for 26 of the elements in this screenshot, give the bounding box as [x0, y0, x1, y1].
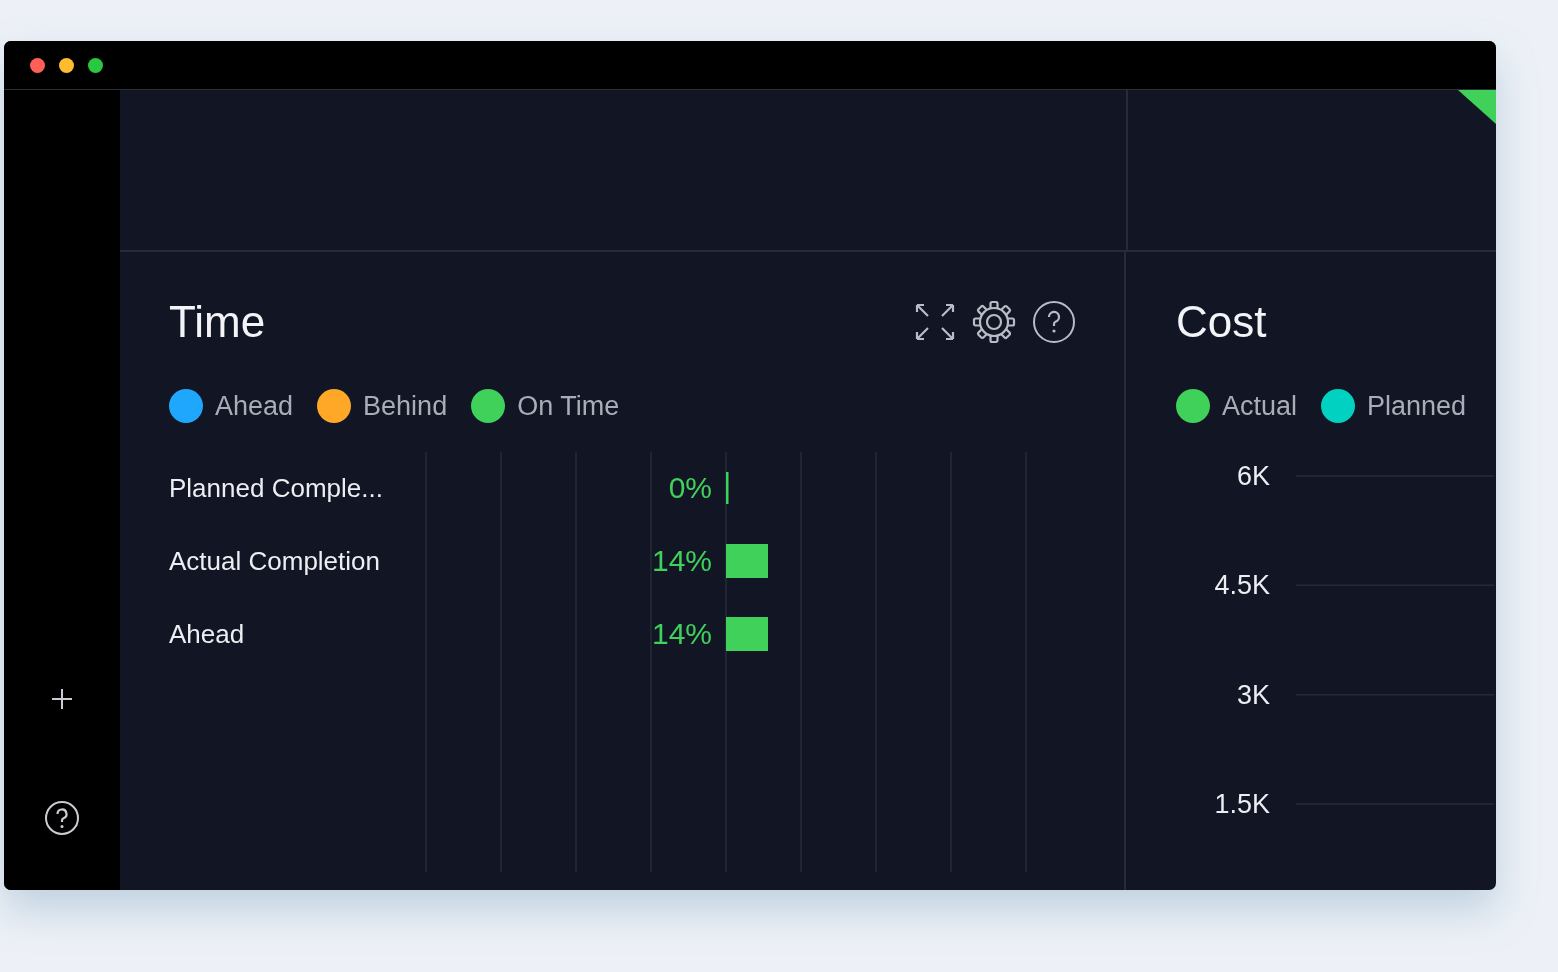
- row-label: Actual Completion: [169, 546, 380, 576]
- legend-label: Actual: [1222, 390, 1298, 422]
- axis-tick-label: 6K: [1236, 461, 1270, 491]
- window-control-button[interactable]: [59, 57, 74, 73]
- panel-title: Time: [169, 297, 266, 347]
- settings-icon[interactable]: [972, 300, 1016, 344]
- legend-label: Ahead: [215, 390, 294, 422]
- help-icon[interactable]: [44, 800, 80, 836]
- help-icon[interactable]: [1032, 300, 1076, 344]
- window-control-button[interactable]: [30, 57, 45, 73]
- legend-label: Planned: [1367, 390, 1467, 422]
- window-control-button[interactable]: [88, 57, 103, 73]
- row-label: Ahead: [169, 619, 245, 649]
- value-label: 14%: [651, 544, 712, 577]
- row-label: Planned Comple...: [169, 473, 383, 503]
- expand-icon[interactable]: [914, 302, 956, 342]
- value-label: 0%: [668, 471, 712, 504]
- legend-label: On Time: [517, 390, 620, 422]
- value-label: 14%: [651, 617, 712, 650]
- axis-tick-label: 1.5K: [1214, 788, 1270, 819]
- panel-title: Cost: [1176, 297, 1267, 347]
- plus-icon[interactable]: [51, 688, 73, 710]
- axis-tick-label: 3K: [1236, 679, 1270, 710]
- legend-label: Behind: [363, 390, 448, 422]
- corner-triangle-icon: [1458, 90, 1496, 124]
- axis-tick-label: 4.5K: [1214, 570, 1270, 601]
